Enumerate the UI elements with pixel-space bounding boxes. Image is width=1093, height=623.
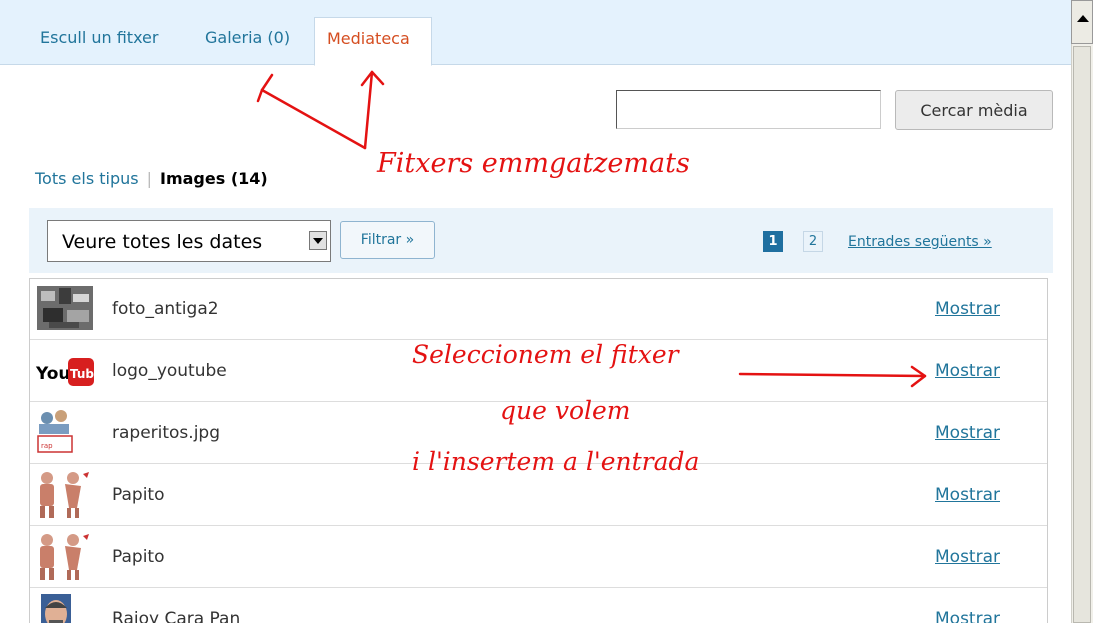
svg-text:rap: rap xyxy=(41,442,53,450)
media-type-filter: Tots els tipus | Images (14) xyxy=(35,169,268,188)
page-1-current: 1 xyxy=(763,231,783,252)
filter-button[interactable]: Filtrar » xyxy=(340,221,435,259)
old-photo-thumbnail xyxy=(37,286,93,330)
search-media-button[interactable]: Cercar mèdia xyxy=(895,90,1053,130)
page-2-link[interactable]: 2 xyxy=(803,231,823,252)
media-title: Papito xyxy=(112,485,165,505)
show-button[interactable]: Mostrar xyxy=(935,609,1000,623)
annotation-select-line1: Seleccionem el fitxer xyxy=(412,340,679,369)
next-entries-link[interactable]: Entrades següents » xyxy=(848,234,992,250)
show-button[interactable]: Mostrar xyxy=(935,547,1000,567)
filter-separator: | xyxy=(146,169,152,188)
list-item: Rajoy Cara Pan Mostrar xyxy=(30,589,1047,623)
filter-all-types[interactable]: Tots els tipus xyxy=(35,169,139,188)
arrow-to-mediateca-icon xyxy=(363,70,374,150)
figures-thumbnail xyxy=(40,534,89,580)
annotation-select-line2: que volem xyxy=(500,396,631,425)
show-button[interactable]: Mostrar xyxy=(935,423,1000,443)
show-button[interactable]: Mostrar xyxy=(935,361,1000,381)
date-filter-value: Veure totes les dates xyxy=(62,231,263,253)
media-title: Rajoy Cara Pan xyxy=(112,609,241,623)
media-title: Papito xyxy=(112,547,165,567)
svg-text:You: You xyxy=(35,364,71,384)
show-button[interactable]: Mostrar xyxy=(935,299,1000,319)
youtube-logo-thumbnail: You Tube xyxy=(35,358,95,386)
show-button[interactable]: Mostrar xyxy=(935,485,1000,505)
filter-images[interactable]: Images (14) xyxy=(160,169,268,188)
annotation-select-line3: i l'insertem a l'entrada xyxy=(412,447,700,476)
svg-text:Tube: Tube xyxy=(70,367,95,381)
media-title: logo_youtube xyxy=(112,361,227,381)
tab-media-library[interactable]: Mediateca xyxy=(314,17,432,66)
media-title: foto_antiga2 xyxy=(112,299,219,319)
media-title: raperitos.jpg xyxy=(112,423,221,443)
list-item: Papito Mostrar xyxy=(30,527,1047,588)
list-item: foto_antiga2 Mostrar xyxy=(30,279,1047,340)
tab-gallery[interactable]: Galeria (0) xyxy=(205,28,290,47)
scroll-up-arrow-icon[interactable] xyxy=(1071,0,1093,44)
cartoon-thumbnail: rap xyxy=(37,410,73,453)
media-tab-bar xyxy=(0,0,1071,65)
media-search-input[interactable] xyxy=(616,90,881,129)
face-thumbnail xyxy=(41,594,71,623)
date-filter-select[interactable]: Veure totes les dates xyxy=(47,220,331,262)
dropdown-arrow-icon[interactable] xyxy=(309,231,327,250)
tab-choose-file[interactable]: Escull un fitxer xyxy=(40,28,158,47)
figures-thumbnail xyxy=(40,472,89,518)
arrow-to-tabs-icon xyxy=(260,88,367,150)
scrollbar-thumb[interactable] xyxy=(1073,46,1091,623)
annotation-stored-files: Fitxers emmgatzemats xyxy=(377,148,690,179)
